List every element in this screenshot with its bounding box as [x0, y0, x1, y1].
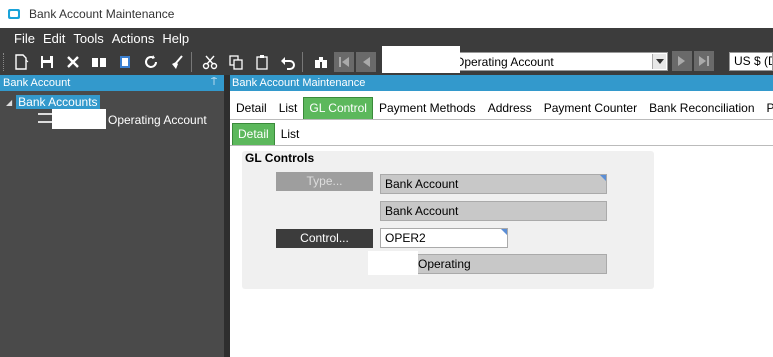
attach-icon[interactable] [114, 51, 136, 73]
first-record-icon[interactable] [334, 51, 354, 72]
expand-arrow-icon[interactable]: ◢ [6, 98, 12, 107]
field-corner-marker [600, 175, 606, 181]
account-selector-value: Operating Account [455, 54, 554, 69]
window-title: Bank Account Maintenance [29, 7, 175, 21]
redaction-block [368, 251, 418, 275]
tree-node-operating-account[interactable]: Operating Account [108, 113, 207, 127]
cut-icon[interactable] [199, 51, 221, 73]
left-panel: Bank Account ⍑ ◢ Bank Accounts Operating… [0, 75, 224, 357]
subtab-list[interactable]: List [275, 127, 306, 145]
left-panel-header: Bank Account ⍑ [0, 75, 224, 91]
control-field-value: OPER2 [385, 231, 426, 245]
tab-payment-methods[interactable]: Payment Methods [373, 101, 482, 119]
clear-icon[interactable] [166, 51, 188, 73]
previous-record-icon[interactable] [356, 51, 376, 72]
record-navigation [670, 51, 714, 71]
paste-icon[interactable] [251, 51, 273, 73]
subtab-detail[interactable]: Detail [232, 123, 275, 145]
app-icon [8, 9, 20, 19]
menu-actions[interactable]: Actions [112, 31, 155, 46]
tab-payment-counter[interactable]: Payment Counter [538, 101, 643, 119]
tab-bank-reconciliation[interactable]: Bank Reconciliation [643, 101, 760, 119]
toolbar-grip[interactable] [3, 52, 6, 71]
tab-pay[interactable]: Pay [761, 101, 773, 119]
tab-bar: Detail List GL Control Payment Methods A… [230, 95, 773, 119]
toolbar-separator [302, 51, 303, 72]
redaction-block [52, 109, 106, 129]
menu-edit[interactable]: Edit [43, 31, 65, 46]
type-button: Type... [276, 172, 373, 191]
refresh-icon[interactable] [140, 51, 162, 73]
chevron-down-icon[interactable] [652, 54, 666, 69]
menu-file[interactable]: File [14, 31, 35, 46]
undo-icon[interactable] [277, 51, 299, 73]
redaction-block [382, 46, 460, 73]
menu-bar: File Edit Tools Actions Help [0, 28, 773, 48]
new-icon[interactable] [10, 51, 32, 73]
menu-help[interactable]: Help [162, 31, 189, 46]
delete-icon[interactable] [62, 51, 84, 73]
last-record-icon[interactable] [694, 51, 714, 71]
menu-tools[interactable]: Tools [73, 31, 103, 46]
account-icon [38, 113, 52, 123]
tab-detail[interactable]: Detail [230, 101, 273, 119]
tab-gl-control[interactable]: GL Control [303, 97, 373, 119]
type-field: Bank Account [380, 174, 607, 194]
main-panel-header: Bank Account Maintenance [230, 75, 773, 91]
gl-controls-group: GL Controls Type... Bank Account Bank Ac… [242, 151, 654, 289]
control-button[interactable]: Control... [276, 229, 373, 248]
currency-selector[interactable]: US $ (D [729, 52, 773, 71]
next-record-icon[interactable] [672, 51, 692, 71]
save-icon[interactable] [36, 51, 58, 73]
type-field-value: Bank Account [385, 177, 459, 191]
tab-list[interactable]: List [273, 101, 304, 119]
subtab-bar: Detail List [230, 121, 305, 145]
main-panel: Bank Account Maintenance Detail List GL … [230, 75, 773, 357]
left-panel-title: Bank Account [3, 77, 71, 89]
copy-icon[interactable] [225, 51, 247, 73]
binoculars-icon[interactable] [310, 51, 332, 73]
book-icon[interactable] [88, 51, 110, 73]
tab-address[interactable]: Address [482, 101, 538, 119]
tree-node-bank-accounts[interactable]: ◢ Bank Accounts [6, 95, 100, 109]
tree-root-label: Bank Accounts [16, 95, 100, 109]
subtab-divider [230, 145, 773, 146]
title-bar: Bank Account Maintenance [0, 0, 773, 28]
pin-icon[interactable]: ⍑ [211, 75, 217, 91]
gl-controls-title: GL Controls [245, 151, 315, 165]
tab-divider [230, 119, 773, 120]
field-corner-marker [501, 229, 507, 235]
type-description-field: Bank Account [380, 201, 607, 221]
toolbar-separator [191, 51, 192, 72]
control-field[interactable]: OPER2 [380, 228, 508, 248]
